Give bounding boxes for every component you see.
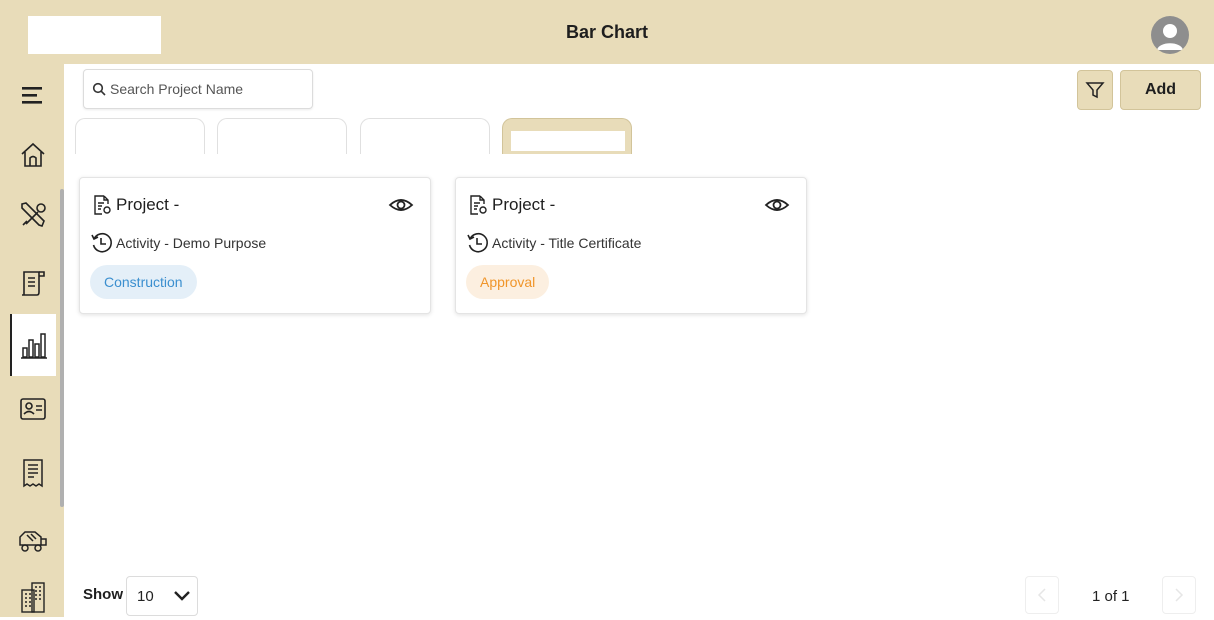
project-title: Project - xyxy=(468,194,555,216)
sidebar-item-contacts[interactable] xyxy=(10,386,56,432)
add-button[interactable]: Add xyxy=(1120,70,1201,110)
sidebar-scrollbar[interactable] xyxy=(60,189,64,507)
tab-1[interactable] xyxy=(75,118,205,154)
show-label: Show xyxy=(83,586,123,603)
eye-icon xyxy=(764,199,790,211)
status-badge: Approval xyxy=(466,265,550,299)
history-icon xyxy=(467,232,488,253)
project-title: Project - xyxy=(92,194,179,216)
sidebar-item-buildings[interactable] xyxy=(10,574,56,620)
page-size-value: 10 xyxy=(137,588,154,605)
search-input[interactable] xyxy=(110,70,310,108)
project-file-icon xyxy=(470,195,487,215)
top-bar: Bar Chart xyxy=(0,0,1214,64)
home-icon xyxy=(21,142,45,167)
next-page-button[interactable] xyxy=(1162,576,1196,614)
activity-line: Activity - Title Certificate xyxy=(466,231,641,255)
chevron-right-icon xyxy=(1175,588,1184,602)
sidebar-item-bar-chart[interactable] xyxy=(10,314,56,376)
chevron-down-icon xyxy=(174,591,190,601)
tab-4[interactable] xyxy=(502,118,632,154)
user-icon xyxy=(1157,24,1183,50)
status-badge: Construction xyxy=(90,265,197,299)
activity-text: Activity - Demo Purpose xyxy=(116,235,267,251)
tab-3[interactable] xyxy=(360,118,490,154)
filter-icon xyxy=(1085,82,1105,99)
project-label: Project - xyxy=(492,195,556,214)
page-size-select[interactable]: 10 xyxy=(126,576,198,616)
search-box[interactable] xyxy=(83,69,313,109)
tools-icon xyxy=(21,202,46,227)
bar-chart-icon xyxy=(21,333,47,359)
building-icon xyxy=(21,582,45,613)
project-card[interactable]: Project - Activity - Title Certificate A… xyxy=(455,177,807,314)
activity-line: Activity - Demo Purpose xyxy=(90,231,266,255)
receipt-icon xyxy=(23,459,43,488)
project-label: Project - xyxy=(116,195,180,214)
sidebar-item-documents[interactable] xyxy=(10,260,56,306)
eye-icon xyxy=(388,199,414,211)
chevron-left-icon xyxy=(1037,588,1046,602)
id-card-icon xyxy=(20,398,46,420)
view-button[interactable] xyxy=(388,196,414,219)
menu-icon xyxy=(22,87,42,104)
history-icon xyxy=(91,232,112,253)
concrete-mixer-icon xyxy=(19,531,47,552)
sidebar-item-receipts[interactable] xyxy=(10,450,56,496)
page-info: 1 of 1 xyxy=(1092,588,1130,605)
sidebar xyxy=(0,64,64,617)
avatar[interactable] xyxy=(1151,16,1189,54)
tab-2[interactable] xyxy=(217,118,347,154)
page-title: Bar Chart xyxy=(565,22,649,42)
prev-page-button[interactable] xyxy=(1025,576,1059,614)
document-icon xyxy=(22,271,45,296)
activity-text: Activity - Title Certificate xyxy=(492,235,642,251)
sidebar-item-concrete-mixer[interactable] xyxy=(10,518,56,564)
view-button[interactable] xyxy=(764,196,790,219)
sidebar-item-home[interactable] xyxy=(10,132,56,178)
tab-label-redacted xyxy=(511,131,625,151)
project-card[interactable]: Project - Activity - Demo Purpose Constr… xyxy=(79,177,431,314)
sidebar-item-tools[interactable] xyxy=(10,192,56,238)
project-file-icon xyxy=(94,195,111,215)
sidebar-item-menu[interactable] xyxy=(10,72,56,118)
filter-button[interactable] xyxy=(1077,70,1113,110)
search-icon xyxy=(92,82,106,96)
